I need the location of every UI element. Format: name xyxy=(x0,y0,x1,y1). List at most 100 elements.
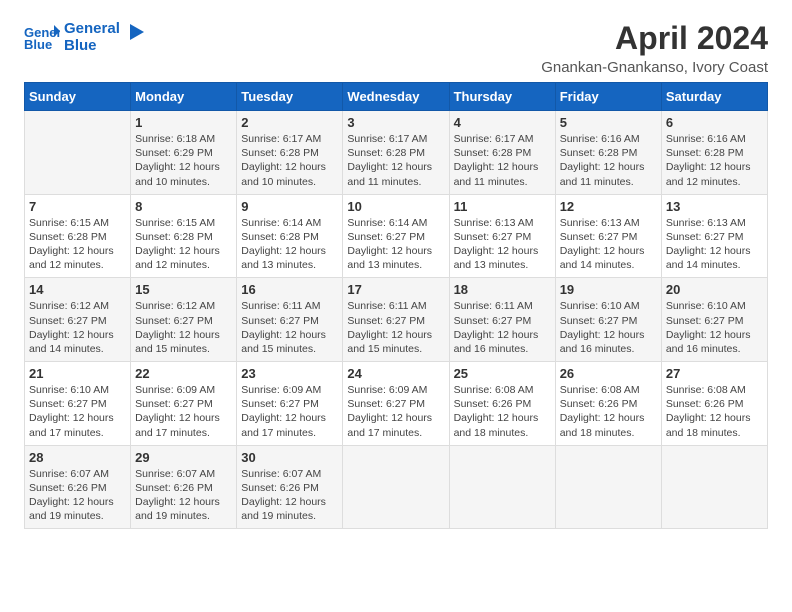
day-number: 1 xyxy=(135,115,232,130)
calendar-header: SundayMondayTuesdayWednesdayThursdayFrid… xyxy=(25,83,768,111)
cell-info: Sunrise: 6:13 AMSunset: 6:27 PMDaylight:… xyxy=(560,216,657,273)
day-number: 11 xyxy=(454,199,551,214)
calendar-cell xyxy=(25,111,131,195)
calendar-cell: 2Sunrise: 6:17 AMSunset: 6:28 PMDaylight… xyxy=(237,111,343,195)
calendar-week-4: 21 Sunrise: 6:10 AMSunset: 6:27 PMDayligh… xyxy=(25,362,768,446)
cell-info: Sunrise: 6:07 AMSunset: 6:26 PMDaylight:… xyxy=(241,467,338,524)
cell-info: Sunrise: 6:17 AMSunset: 6:28 PMDaylight:… xyxy=(347,132,444,189)
calendar-cell: 25 Sunrise: 6:08 AMSunset: 6:26 PMDayligh… xyxy=(449,362,555,446)
calendar-cell: 14 Sunrise: 6:12 AMSunset: 6:27 PMDayligh… xyxy=(25,278,131,362)
calendar-cell: 4 Sunrise: 6:17 AMSunset: 6:28 PMDaylight… xyxy=(449,111,555,195)
calendar-cell: 30Sunrise: 6:07 AMSunset: 6:26 PMDayligh… xyxy=(237,445,343,529)
calendar-subtitle: Gnankan-Gnankanso, Ivory Coast xyxy=(541,59,768,76)
calendar-cell: 7 Sunrise: 6:15 AMSunset: 6:28 PMDaylight… xyxy=(25,194,131,278)
calendar-cell: 17 Sunrise: 6:11 AMSunset: 6:27 PMDayligh… xyxy=(343,278,449,362)
day-number: 15 xyxy=(135,282,232,297)
calendar-week-5: 28 Sunrise: 6:07 AMSunset: 6:26 PMDayligh… xyxy=(25,445,768,529)
title-block: April 2024 Gnankan-Gnankanso, Ivory Coas… xyxy=(541,20,768,76)
calendar-week-1: 1 Sunrise: 6:18 AMSunset: 6:29 PMDaylight… xyxy=(25,111,768,195)
cell-info: Sunrise: 6:17 AMSunset: 6:28 PMDaylight:… xyxy=(454,132,551,189)
calendar-cell: 12 Sunrise: 6:13 AMSunset: 6:27 PMDayligh… xyxy=(555,194,661,278)
header: General Blue General Blue April 2024 Gna… xyxy=(24,20,768,76)
cell-info: Sunrise: 6:12 AMSunset: 6:27 PMDaylight:… xyxy=(29,299,126,356)
calendar-cell: 28 Sunrise: 6:07 AMSunset: 6:26 PMDayligh… xyxy=(25,445,131,529)
calendar-cell: 9Sunrise: 6:14 AMSunset: 6:28 PMDaylight… xyxy=(237,194,343,278)
day-number: 4 xyxy=(454,115,551,130)
calendar-week-3: 14 Sunrise: 6:12 AMSunset: 6:27 PMDayligh… xyxy=(25,278,768,362)
day-number: 7 xyxy=(29,199,126,214)
calendar-cell: 19 Sunrise: 6:10 AMSunset: 6:27 PMDayligh… xyxy=(555,278,661,362)
day-header-thursday: Thursday xyxy=(449,83,555,111)
cell-info: Sunrise: 6:10 AMSunset: 6:27 PMDaylight:… xyxy=(29,383,126,440)
cell-info: Sunrise: 6:11 AMSunset: 6:27 PMDaylight:… xyxy=(454,299,551,356)
calendar-cell: 29 Sunrise: 6:07 AMSunset: 6:26 PMDayligh… xyxy=(131,445,237,529)
day-number: 3 xyxy=(347,115,444,130)
day-number: 17 xyxy=(347,282,444,297)
cell-info: Sunrise: 6:09 AMSunset: 6:27 PMDaylight:… xyxy=(241,383,338,440)
logo-icon: General Blue xyxy=(24,23,60,51)
svg-text:Blue: Blue xyxy=(24,37,52,51)
cell-info: Sunrise: 6:15 AMSunset: 6:28 PMDaylight:… xyxy=(29,216,126,273)
day-number: 12 xyxy=(560,199,657,214)
calendar-cell: 22Sunrise: 6:09 AMSunset: 6:27 PMDayligh… xyxy=(131,362,237,446)
day-number: 27 xyxy=(666,366,763,381)
day-number: 24 xyxy=(347,366,444,381)
cell-info: Sunrise: 6:09 AMSunset: 6:27 PMDaylight:… xyxy=(347,383,444,440)
cell-info: Sunrise: 6:08 AMSunset: 6:26 PMDaylight:… xyxy=(560,383,657,440)
calendar-cell: 23 Sunrise: 6:09 AMSunset: 6:27 PMDayligh… xyxy=(237,362,343,446)
calendar-cell: 8 Sunrise: 6:15 AMSunset: 6:28 PMDaylight… xyxy=(131,194,237,278)
logo-blue: Blue xyxy=(64,37,120,54)
day-number: 18 xyxy=(454,282,551,297)
calendar-cell xyxy=(343,445,449,529)
calendar-cell: 20Sunrise: 6:10 AMSunset: 6:27 PMDayligh… xyxy=(661,278,767,362)
day-number: 28 xyxy=(29,450,126,465)
cell-info: Sunrise: 6:13 AMSunset: 6:27 PMDaylight:… xyxy=(666,216,763,273)
day-header-tuesday: Tuesday xyxy=(237,83,343,111)
day-number: 16 xyxy=(241,282,338,297)
logo-flag-icon xyxy=(126,24,144,46)
day-number: 6 xyxy=(666,115,763,130)
calendar-cell: 5Sunrise: 6:16 AMSunset: 6:28 PMDaylight… xyxy=(555,111,661,195)
cell-info: Sunrise: 6:08 AMSunset: 6:26 PMDaylight:… xyxy=(666,383,763,440)
day-number: 19 xyxy=(560,282,657,297)
calendar-cell: 11 Sunrise: 6:13 AMSunset: 6:27 PMDayligh… xyxy=(449,194,555,278)
cell-info: Sunrise: 6:11 AMSunset: 6:27 PMDaylight:… xyxy=(347,299,444,356)
cell-info: Sunrise: 6:07 AMSunset: 6:26 PMDaylight:… xyxy=(135,467,232,524)
calendar-cell: 6 Sunrise: 6:16 AMSunset: 6:28 PMDaylight… xyxy=(661,111,767,195)
day-number: 21 xyxy=(29,366,126,381)
calendar-cell: 15 Sunrise: 6:12 AMSunset: 6:27 PMDayligh… xyxy=(131,278,237,362)
day-number: 23 xyxy=(241,366,338,381)
cell-info: Sunrise: 6:08 AMSunset: 6:26 PMDaylight:… xyxy=(454,383,551,440)
cell-info: Sunrise: 6:13 AMSunset: 6:27 PMDaylight:… xyxy=(454,216,551,273)
calendar-cell: 26Sunrise: 6:08 AMSunset: 6:26 PMDayligh… xyxy=(555,362,661,446)
day-number: 20 xyxy=(666,282,763,297)
cell-info: Sunrise: 6:16 AMSunset: 6:28 PMDaylight:… xyxy=(666,132,763,189)
cell-info: Sunrise: 6:09 AMSunset: 6:27 PMDaylight:… xyxy=(135,383,232,440)
cell-info: Sunrise: 6:07 AMSunset: 6:26 PMDaylight:… xyxy=(29,467,126,524)
cell-info: Sunrise: 6:11 AMSunset: 6:27 PMDaylight:… xyxy=(241,299,338,356)
calendar-cell xyxy=(555,445,661,529)
calendar-cell: 27 Sunrise: 6:08 AMSunset: 6:26 PMDayligh… xyxy=(661,362,767,446)
cell-info: Sunrise: 6:10 AMSunset: 6:27 PMDaylight:… xyxy=(560,299,657,356)
calendar-title: April 2024 xyxy=(541,20,768,57)
calendar-cell: 24 Sunrise: 6:09 AMSunset: 6:27 PMDayligh… xyxy=(343,362,449,446)
day-number: 14 xyxy=(29,282,126,297)
logo: General Blue General Blue xyxy=(24,20,144,55)
day-number: 10 xyxy=(347,199,444,214)
cell-info: Sunrise: 6:14 AMSunset: 6:28 PMDaylight:… xyxy=(241,216,338,273)
calendar-cell: 13 Sunrise: 6:13 AMSunset: 6:27 PMDayligh… xyxy=(661,194,767,278)
day-header-monday: Monday xyxy=(131,83,237,111)
calendar-cell: 18 Sunrise: 6:11 AMSunset: 6:27 PMDayligh… xyxy=(449,278,555,362)
day-number: 25 xyxy=(454,366,551,381)
cell-info: Sunrise: 6:12 AMSunset: 6:27 PMDaylight:… xyxy=(135,299,232,356)
day-number: 29 xyxy=(135,450,232,465)
cell-info: Sunrise: 6:15 AMSunset: 6:28 PMDaylight:… xyxy=(135,216,232,273)
cell-info: Sunrise: 6:18 AMSunset: 6:29 PMDaylight:… xyxy=(135,132,232,189)
calendar-body: 1 Sunrise: 6:18 AMSunset: 6:29 PMDaylight… xyxy=(25,111,768,529)
day-number: 13 xyxy=(666,199,763,214)
calendar-cell: 16 Sunrise: 6:11 AMSunset: 6:27 PMDayligh… xyxy=(237,278,343,362)
day-number: 8 xyxy=(135,199,232,214)
day-header-sunday: Sunday xyxy=(25,83,131,111)
calendar-cell: 10Sunrise: 6:14 AMSunset: 6:27 PMDayligh… xyxy=(343,194,449,278)
day-header-friday: Friday xyxy=(555,83,661,111)
